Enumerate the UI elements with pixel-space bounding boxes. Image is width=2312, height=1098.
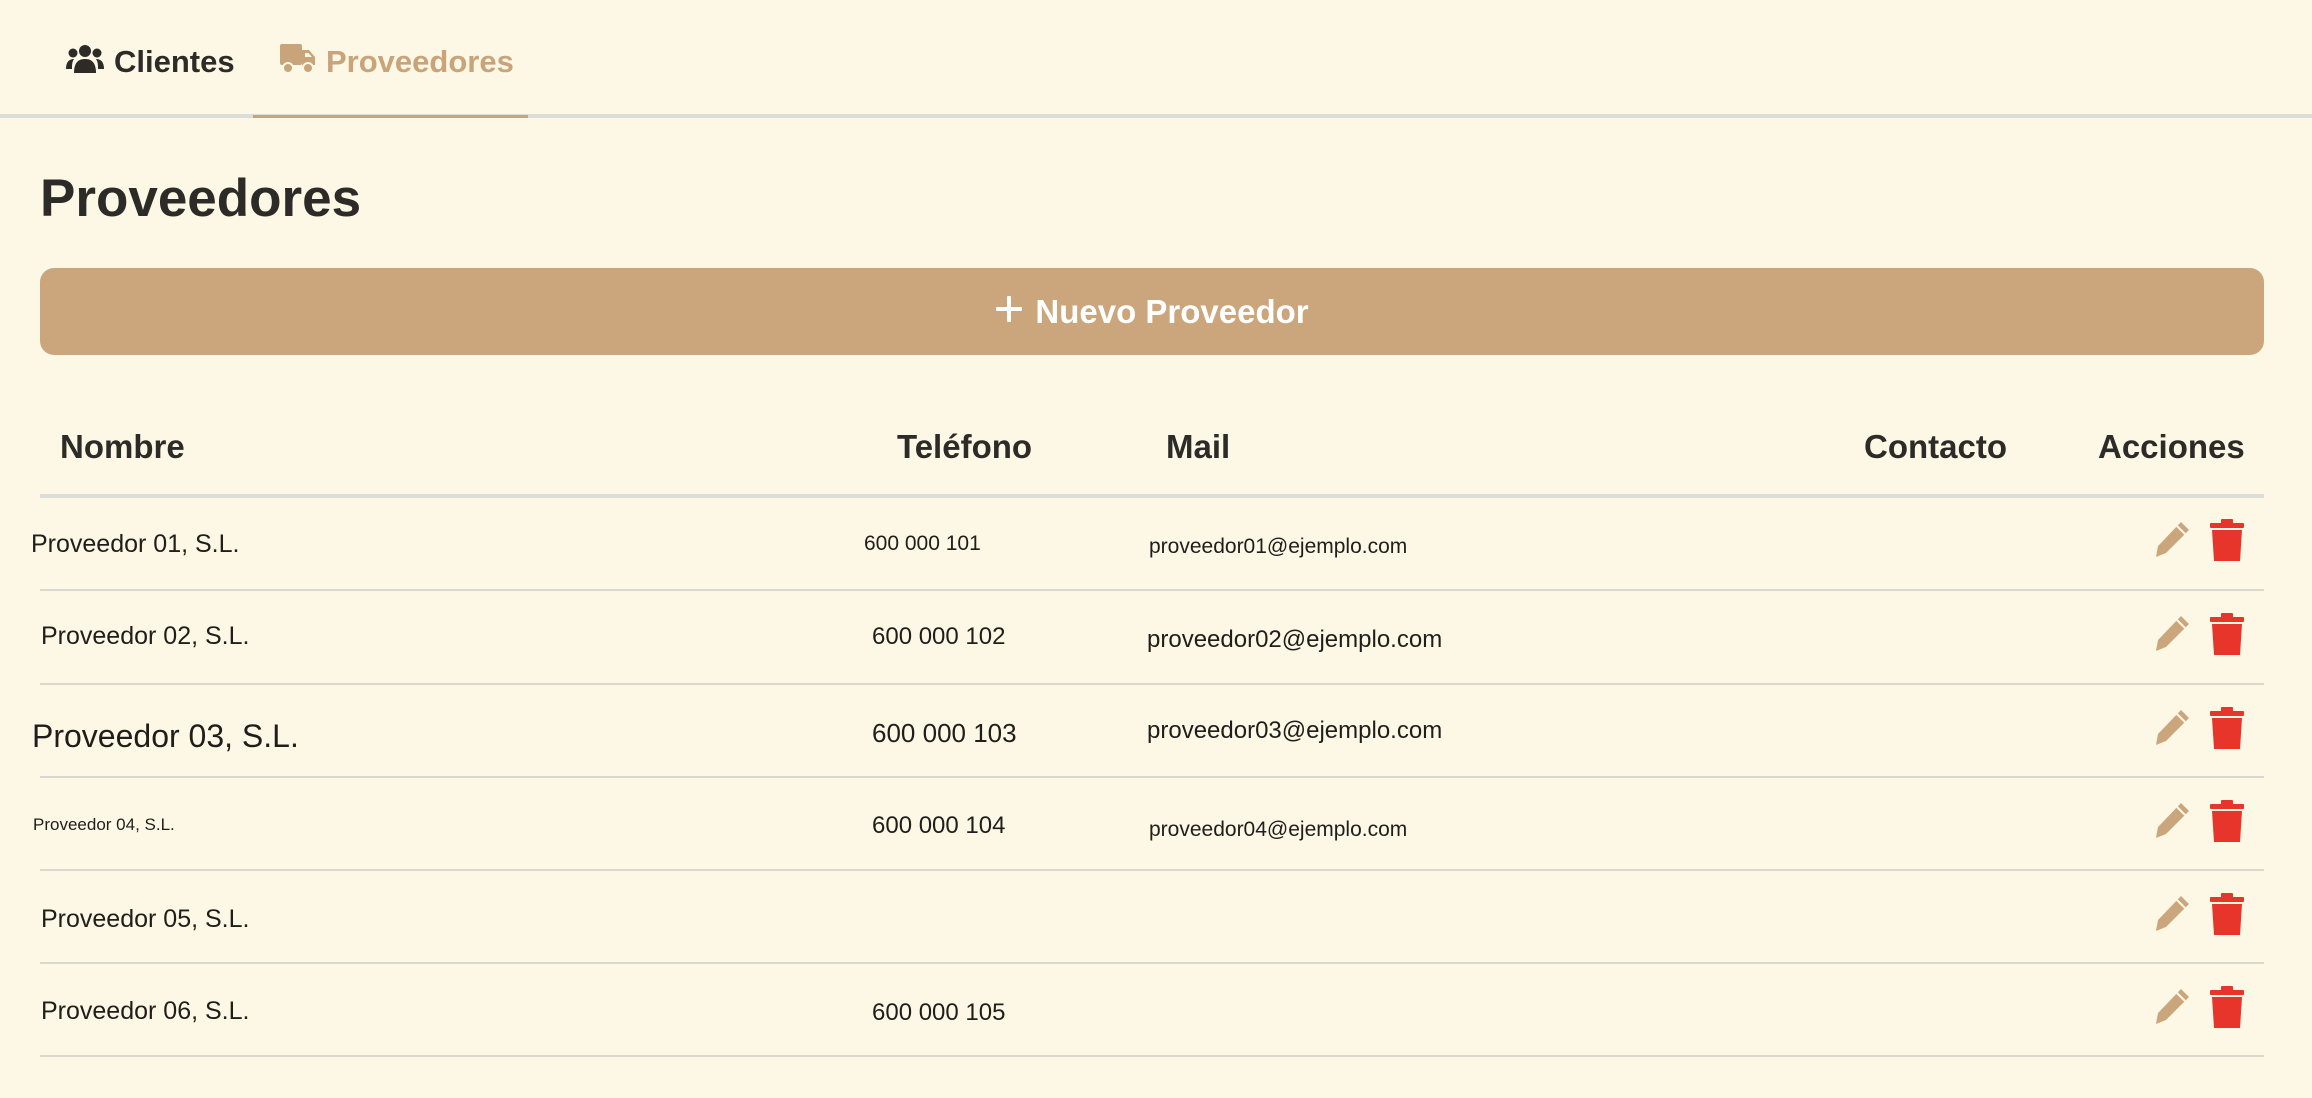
row-divider bbox=[40, 683, 2264, 685]
row-divider bbox=[40, 589, 2264, 591]
new-supplier-label: Nuevo Proveedor bbox=[1035, 292, 1309, 330]
edit-icon[interactable] bbox=[2152, 800, 2192, 844]
header-mail: Mail bbox=[1166, 428, 1231, 465]
row-mail: proveedor01@ejemplo.com bbox=[1149, 535, 1408, 558]
row-phone: 600 000 101 bbox=[864, 532, 981, 555]
trash-icon[interactable] bbox=[2209, 707, 2249, 751]
header-nombre: Nombre bbox=[60, 428, 185, 465]
edit-icon[interactable] bbox=[2152, 986, 2192, 1030]
row-divider bbox=[40, 962, 2264, 964]
row-mail: proveedor04@ejemplo.com bbox=[1149, 818, 1408, 841]
edit-icon[interactable] bbox=[2152, 519, 2192, 563]
tab-bar: Clientes Proveedores bbox=[0, 0, 2312, 118]
edit-icon[interactable] bbox=[2152, 613, 2192, 657]
plus-icon bbox=[995, 293, 1023, 331]
row-divider bbox=[40, 869, 2264, 871]
row-name: Proveedor 05, S.L. bbox=[41, 905, 250, 933]
row-name: Proveedor 03, S.L. bbox=[32, 718, 299, 754]
tab-clientes[interactable]: Clientes bbox=[66, 44, 235, 118]
row-phone: 600 000 104 bbox=[872, 812, 1006, 839]
header-telefono: Teléfono bbox=[897, 428, 1033, 465]
header-acciones: Acciones bbox=[2098, 428, 2245, 465]
trash-icon[interactable] bbox=[2209, 613, 2249, 657]
tab-proveedores-label: Proveedores bbox=[326, 44, 514, 79]
edit-icon[interactable] bbox=[2152, 893, 2192, 937]
users-icon bbox=[66, 44, 104, 74]
row-name: Proveedor 06, S.L. bbox=[41, 997, 250, 1025]
row-divider bbox=[40, 776, 2264, 778]
row-mail: proveedor03@ejemplo.com bbox=[1147, 717, 1443, 744]
row-name: Proveedor 01, S.L. bbox=[31, 530, 240, 558]
tab-clientes-label: Clientes bbox=[114, 44, 235, 79]
edit-icon[interactable] bbox=[2152, 707, 2192, 751]
truck-icon bbox=[280, 44, 316, 74]
page-title: Proveedores bbox=[40, 169, 362, 228]
header-contacto: Contacto bbox=[1864, 428, 2007, 465]
tab-proveedores[interactable]: Proveedores bbox=[253, 44, 528, 118]
row-phone: 600 000 103 bbox=[872, 718, 1017, 748]
new-supplier-button[interactable]: Nuevo Proveedor bbox=[40, 268, 2264, 355]
row-divider bbox=[40, 1055, 2264, 1057]
header-divider bbox=[40, 494, 2264, 498]
trash-icon[interactable] bbox=[2209, 893, 2249, 937]
trash-icon[interactable] bbox=[2209, 519, 2249, 563]
row-phone: 600 000 105 bbox=[872, 999, 1006, 1026]
row-phone: 600 000 102 bbox=[872, 623, 1006, 650]
row-name: Proveedor 02, S.L. bbox=[41, 622, 250, 650]
row-mail: proveedor02@ejemplo.com bbox=[1147, 626, 1443, 653]
trash-icon[interactable] bbox=[2209, 800, 2249, 844]
trash-icon[interactable] bbox=[2209, 986, 2249, 1030]
row-name: Proveedor 04, S.L. bbox=[33, 815, 175, 834]
